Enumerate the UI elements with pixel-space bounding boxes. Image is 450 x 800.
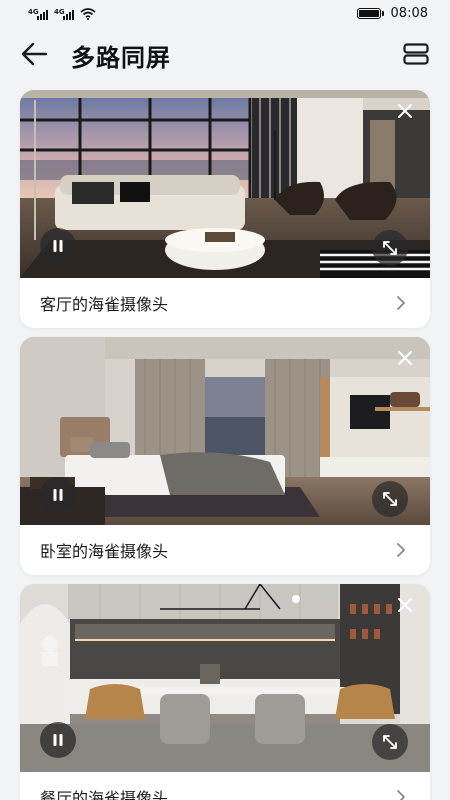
page-title: 多路同屏 [71,44,171,72]
status-time: 08:08 [390,5,428,21]
camera-name: 餐厅的海雀摄像头 [40,789,169,800]
stacked-layout-icon [403,43,429,65]
status-bar: 4G 4G 08:08 [0,0,450,26]
pause-icon [53,489,63,501]
chevron-right-icon[interactable] [394,296,408,310]
camera-card[interactable]: 客厅的海雀摄像头 [20,90,430,328]
pause-button[interactable] [40,722,76,758]
fullscreen-button[interactable] [372,230,408,266]
bedroom-image [20,337,430,525]
network-type-label: 4G [28,8,39,16]
chevron-right-icon[interactable] [394,543,408,557]
fullscreen-button[interactable] [372,724,408,760]
signal-icon: 4G [54,8,74,20]
camera-feed-dining-room[interactable] [20,584,430,772]
pause-icon [53,240,63,252]
close-feed-button[interactable] [394,100,416,122]
close-feed-button[interactable] [394,347,416,369]
chevron-right-icon[interactable] [394,790,408,800]
layout-toggle-button[interactable] [402,40,430,68]
close-icon [398,104,412,118]
camera-name: 卧室的海雀摄像头 [40,542,169,561]
status-signals: 4G 4G [28,6,96,20]
camera-card-footer[interactable]: 餐厅的海雀摄像头 [20,772,430,800]
expand-icon [383,735,397,749]
status-right: 08:08 [356,5,428,21]
pause-button[interactable] [40,228,76,264]
fullscreen-button[interactable] [372,481,408,517]
close-icon [398,351,412,365]
camera-card[interactable]: 餐厅的海雀摄像头 [20,584,430,800]
living-room-image [20,90,430,278]
arrow-left-icon [21,42,48,66]
pause-button[interactable] [40,477,76,513]
camera-card-footer[interactable]: 客厅的海雀摄像头 [20,278,430,328]
network-type-label: 4G [54,8,65,16]
close-feed-button[interactable] [394,594,416,616]
close-icon [398,598,412,612]
back-button[interactable] [18,38,50,70]
expand-icon [383,241,397,255]
camera-feed-bedroom[interactable] [20,337,430,525]
camera-name: 客厅的海雀摄像头 [40,295,169,314]
expand-icon [383,492,397,506]
app-header: 多路同屏 [0,26,450,82]
dining-room-image [20,584,430,772]
camera-card-footer[interactable]: 卧室的海雀摄像头 [20,525,430,575]
pause-icon [53,734,63,746]
camera-card[interactable]: 卧室的海雀摄像头 [20,337,430,575]
camera-feed-living-room[interactable] [20,90,430,278]
signal-icon: 4G [28,8,48,20]
battery-icon [356,7,384,19]
wifi-icon [80,8,96,20]
